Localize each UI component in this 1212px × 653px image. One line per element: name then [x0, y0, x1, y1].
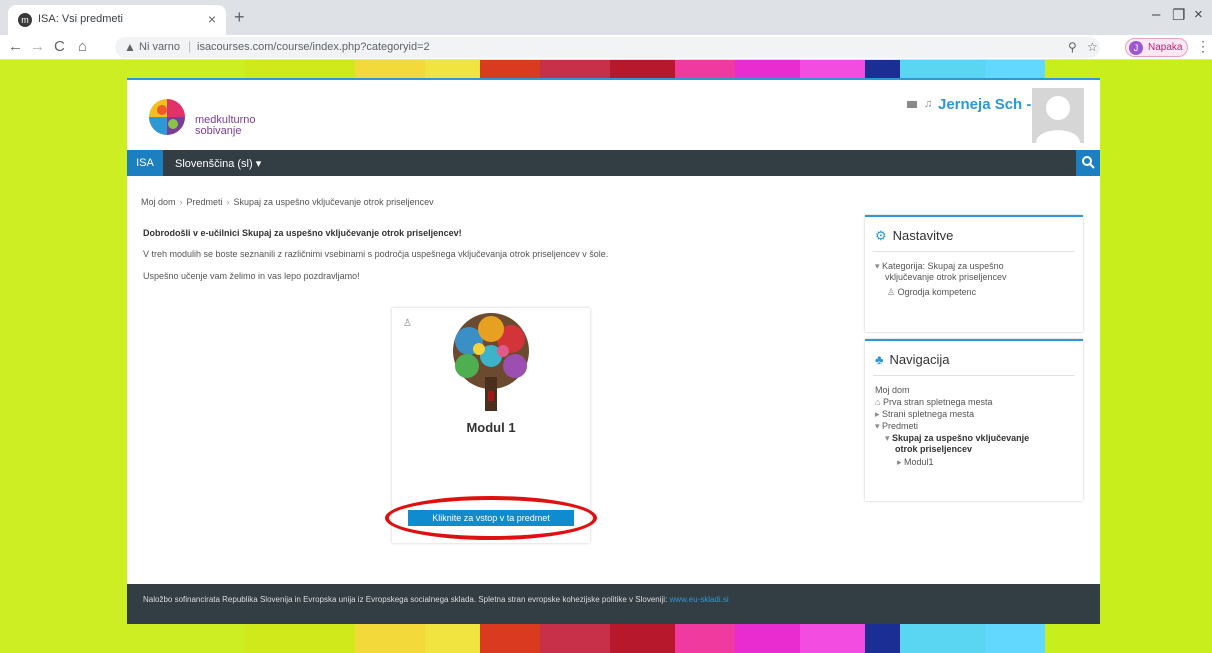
home-button[interactable]: ⌂: [78, 38, 87, 55]
address-bar[interactable]: ▲ Ni varno | isacourses.com/course/index…: [115, 37, 1100, 58]
chevron-right-icon: ▸: [897, 457, 905, 467]
search-button[interactable]: [1076, 150, 1100, 176]
background-stripe: [75, 60, 135, 653]
page-footer: Naložbo sofinancirata Republika Slovenij…: [127, 584, 1100, 624]
welcome-heading: Dobrodošli v e-učilnici Skupaj za uspešn…: [143, 228, 462, 238]
navigation-heading: ♣ Navigacija: [875, 352, 950, 367]
nav-item-home[interactable]: Moj dom: [875, 385, 910, 396]
nav-home-isa[interactable]: ISA: [127, 150, 163, 176]
breadcrumb: Moj dom › Predmeti › Skupaj za uspešno vklju…: [141, 197, 434, 207]
moodle-page: medkulturno sobivanje ♫ Jerneja Sch - IS…: [127, 78, 1100, 624]
forward-button[interactable]: →: [30, 38, 45, 55]
star-icon[interactable]: ☆: [1087, 40, 1098, 54]
user-avatar[interactable]: [1032, 88, 1084, 143]
address-url[interactable]: isacourses.com/course/index.php?category…: [197, 41, 430, 53]
nav-item-courses[interactable]: ▾ Predmeti: [875, 421, 918, 432]
block-divider: [873, 375, 1075, 376]
sitemap-icon: ♣: [875, 352, 884, 367]
profile-label: Napaka: [1148, 42, 1183, 53]
zoom-icon[interactable]: ⚲: [1068, 40, 1077, 54]
window-close-button[interactable]: ×: [1194, 6, 1203, 23]
course-card: ♙ Modul 1 Kliknite za vstop v ta predmet: [385, 308, 597, 543]
reload-button[interactable]: C: [54, 38, 65, 55]
competency-frameworks-link[interactable]: ♙ Ogrodja kompetenc: [887, 287, 976, 298]
moodle-favicon-icon: m: [18, 13, 32, 27]
breadcrumb-category: Skupaj za uspešno vključevanje otrok pri…: [233, 197, 434, 207]
messages-icon[interactable]: [907, 101, 917, 108]
browser-menu-icon[interactable]: ⋮: [1196, 38, 1210, 55]
site-header: medkulturno sobivanje ♫ Jerneja Sch -: [127, 80, 1100, 148]
notifications-icon[interactable]: ♫: [924, 98, 932, 110]
settings-category-link[interactable]: ▾ Kategorija: Skupaj za uspešno vključeva…: [875, 261, 1007, 283]
breadcrumb-separator: ›: [226, 197, 230, 207]
tab-close-icon[interactable]: ×: [208, 11, 216, 27]
chevron-right-icon: ▸: [875, 409, 883, 419]
logo-text-line2: sobivanje: [195, 125, 242, 137]
restore-button[interactable]: ❐: [1172, 6, 1185, 24]
nav-item-front-page[interactable]: ⌂ Prva stran spletnega mesta: [875, 397, 993, 408]
user-silhouette-icon: [1036, 96, 1080, 143]
greeting-text: Uspešno učenje vam želimo in vas lepo po…: [143, 271, 360, 281]
breadcrumb-home[interactable]: Moj dom: [141, 197, 176, 207]
settings-block: ⚙ Nastavitve ▾ Kategorija: Skupaj za uspe…: [865, 215, 1083, 332]
block-divider: [873, 251, 1075, 252]
highlight-circle: [385, 496, 597, 540]
intro-text: V treh modulih se boste seznanili z razl…: [143, 249, 609, 259]
nav-item-module[interactable]: ▸ Modul1: [897, 457, 934, 468]
breadcrumb-courses[interactable]: Predmeti: [187, 197, 223, 207]
nav-item-current-category[interactable]: ▾ Skupaj za uspešno vključevanje otrok pr…: [885, 433, 1029, 455]
course-tree-image[interactable]: [439, 311, 544, 414]
chevron-down-icon: ▾: [875, 421, 883, 431]
nav-item-site-pages[interactable]: ▸ Strani spletnega mesta: [875, 409, 974, 420]
user-menu-name[interactable]: Jerneja Sch -: [938, 96, 1031, 113]
tab-title: ISA: Vsi predmeti: [38, 13, 123, 25]
home-icon: ⌂: [875, 397, 883, 407]
browser-tab-strip: m ISA: Vsi predmeti × + – ❐ ×: [0, 0, 1212, 35]
course-contact-icon: ♙: [403, 318, 412, 329]
footer-link[interactable]: www.eu-skladi.si: [670, 595, 729, 604]
profile-button[interactable]: J Napaka: [1125, 38, 1188, 57]
new-tab-button[interactable]: +: [234, 7, 245, 28]
gears-icon: ⚙: [875, 228, 887, 243]
background-stripe: [0, 60, 75, 653]
address-separator: |: [188, 39, 192, 53]
browser-toolbar: ← → C ⌂ ▲ Ni varno | isacourses.com/cour…: [0, 35, 1212, 60]
browser-tab[interactable]: m ISA: Vsi predmeti ×: [8, 5, 226, 35]
site-logo-icon[interactable]: [148, 97, 186, 137]
breadcrumb-separator: ›: [179, 197, 183, 207]
settings-heading: ⚙ Nastavitve: [875, 228, 954, 243]
competency-icon: ♙: [887, 287, 898, 297]
minimize-button[interactable]: –: [1152, 6, 1160, 23]
warning-icon[interactable]: ▲: [124, 40, 136, 54]
main-navbar: ISA Slovenščina (sl) ▾: [127, 150, 1100, 176]
navigation-block: ♣ Navigacija Moj dom ⌂ Prva stran spletne…: [865, 339, 1083, 501]
language-menu[interactable]: Slovenščina (sl) ▾: [175, 157, 261, 170]
back-button[interactable]: ←: [8, 38, 23, 55]
search-icon: [1082, 156, 1095, 169]
security-label: Ni varno: [139, 41, 180, 53]
footer-text: Naložbo sofinancirata Republika Slovenij…: [143, 595, 729, 604]
course-title[interactable]: Modul 1: [392, 420, 590, 435]
profile-avatar-icon: J: [1129, 41, 1143, 55]
